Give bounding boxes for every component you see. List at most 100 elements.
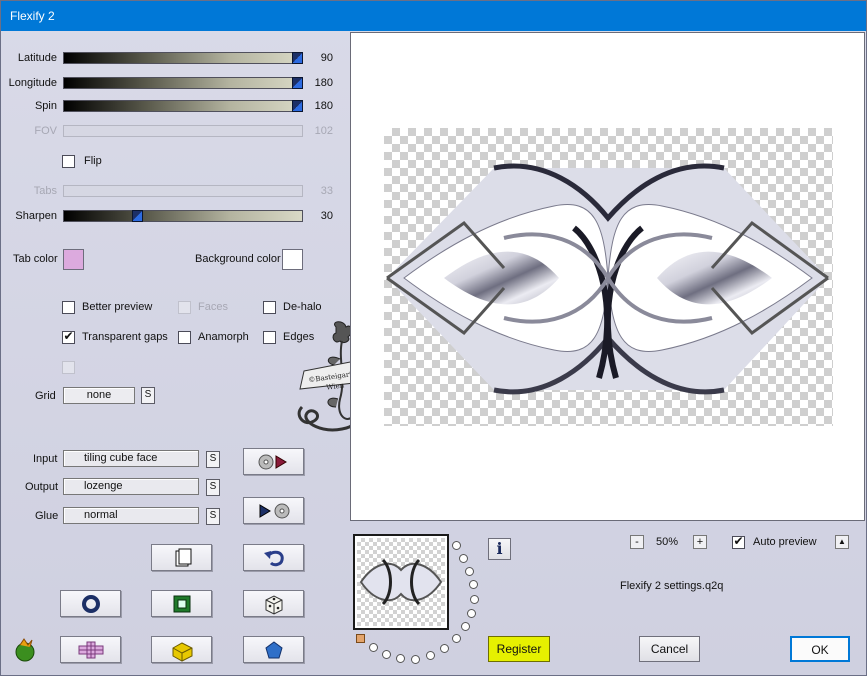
- tab-color-swatch[interactable]: [63, 249, 84, 270]
- save-preset-button[interactable]: [243, 497, 304, 524]
- navigator-preview-image: [359, 558, 443, 606]
- orbit-dot[interactable]: [426, 651, 435, 660]
- orbit-dot[interactable]: [467, 609, 476, 618]
- fov-slider: [63, 125, 303, 137]
- transparent-gaps-label: Transparent gaps: [82, 331, 168, 343]
- preview-canvas[interactable]: [350, 32, 865, 521]
- spin-slider-thumb[interactable]: [292, 100, 303, 112]
- title-bar: Flexify 2: [1, 1, 866, 31]
- orbit-dot[interactable]: [452, 541, 461, 550]
- background-color-label: Background color: [195, 253, 281, 265]
- copy-button[interactable]: [151, 544, 212, 571]
- pentagon-button[interactable]: [243, 636, 304, 663]
- grid-select[interactable]: none: [63, 387, 135, 404]
- ring-button[interactable]: [60, 590, 121, 617]
- sharpen-slider-thumb[interactable]: [132, 210, 143, 222]
- disabled-extra-checkbox: [62, 361, 75, 374]
- orbit-dot[interactable]: [469, 580, 478, 589]
- register-button[interactable]: Register: [488, 636, 550, 662]
- load-preset-button[interactable]: [243, 448, 304, 475]
- orbit-dot[interactable]: [470, 595, 479, 604]
- latitude-label: Latitude: [17, 52, 57, 64]
- check-mark-icon: ✔: [63, 329, 74, 343]
- output-s-button[interactable]: S: [206, 479, 220, 496]
- undo-button[interactable]: [243, 544, 304, 571]
- longitude-slider-thumb[interactable]: [292, 77, 303, 89]
- zoom-out-button[interactable]: -: [630, 535, 644, 549]
- orbit-dot[interactable]: [411, 655, 420, 664]
- input-s-button[interactable]: S: [206, 451, 220, 468]
- input-select[interactable]: tiling cube face: [63, 450, 199, 467]
- pink-cross-icon: [78, 641, 104, 659]
- orbit-dot[interactable]: [396, 654, 405, 663]
- longitude-value: 180: [314, 77, 333, 89]
- spin-label: Spin: [34, 100, 57, 112]
- ring-icon: [82, 595, 100, 613]
- latitude-slider-thumb[interactable]: [292, 52, 303, 64]
- undo-arrow-icon: [264, 550, 284, 567]
- cross-tabs-button[interactable]: [60, 636, 121, 663]
- flip-checkbox[interactable]: [62, 155, 75, 168]
- edges-checkbox[interactable]: [263, 331, 276, 344]
- latitude-value: 90: [320, 52, 333, 64]
- orbit-dot[interactable]: [369, 643, 378, 652]
- anamorph-label: Anamorph: [198, 331, 249, 343]
- info-button[interactable]: i: [488, 538, 511, 560]
- faces-label: Faces: [198, 301, 228, 313]
- pentagon-icon: [265, 641, 283, 659]
- spin-value: 180: [314, 100, 333, 112]
- auto-preview-checkbox[interactable]: ✔: [732, 534, 745, 549]
- spin-slider[interactable]: [63, 100, 303, 112]
- check-mark-icon: ✔: [733, 534, 744, 548]
- sharpen-value: 30: [320, 210, 333, 222]
- orbit-dot[interactable]: [382, 650, 391, 659]
- pages-icon: [175, 548, 192, 567]
- auto-preview-label: Auto preview: [753, 536, 817, 548]
- square-frame-icon: [173, 595, 191, 613]
- cancel-button[interactable]: Cancel: [639, 636, 700, 662]
- flip-label: Flip: [84, 155, 102, 167]
- orbit-start-marker[interactable]: [356, 634, 365, 643]
- grid-s-button[interactable]: S: [141, 387, 155, 404]
- output-label: Output: [25, 481, 59, 493]
- fov-label: FOV: [34, 125, 57, 137]
- cube-button[interactable]: [151, 636, 212, 663]
- preset-filename: Flexify 2 settings.q2q: [620, 580, 724, 592]
- cd-play-icon: [258, 454, 287, 470]
- de-halo-label: De-halo: [283, 301, 322, 313]
- orbit-dot[interactable]: [461, 622, 470, 631]
- anamorph-checkbox[interactable]: [178, 331, 191, 344]
- lozenge-preview-image: [386, 163, 829, 395]
- play-cd-icon: [259, 503, 290, 519]
- tab-color-label: Tab color: [13, 253, 58, 265]
- fov-value: 102: [314, 125, 333, 137]
- latitude-slider[interactable]: [63, 52, 303, 64]
- tabs-label: Tabs: [33, 185, 57, 197]
- input-label: Input: [33, 453, 58, 465]
- ok-button[interactable]: OK: [790, 636, 850, 662]
- glue-s-button[interactable]: S: [206, 508, 220, 525]
- better-preview-checkbox[interactable]: [62, 301, 75, 314]
- longitude-label: Longitude: [8, 77, 57, 89]
- frame-button[interactable]: [151, 590, 212, 617]
- glue-label: Glue: [35, 510, 59, 522]
- glue-select[interactable]: normal: [63, 507, 199, 524]
- orbit-dot[interactable]: [440, 644, 449, 653]
- flexify-dialog: Flexify 2 Latitude 90 Longitude 180 Spin…: [0, 0, 867, 676]
- tabs-value: 33: [320, 185, 333, 197]
- transparent-gaps-checkbox[interactable]: ✔: [62, 329, 75, 344]
- orbit-dot[interactable]: [459, 554, 468, 563]
- collapse-arrow-button[interactable]: ▲: [835, 535, 849, 549]
- output-select[interactable]: lozenge: [63, 478, 199, 495]
- orbit-dot[interactable]: [465, 567, 474, 576]
- de-halo-checkbox[interactable]: [263, 301, 276, 314]
- background-color-swatch[interactable]: [282, 249, 303, 270]
- random-button[interactable]: [243, 590, 304, 617]
- zoom-in-button[interactable]: +: [693, 535, 707, 549]
- longitude-slider[interactable]: [63, 77, 303, 89]
- orbit-dot[interactable]: [452, 634, 461, 643]
- sharpen-slider[interactable]: [63, 210, 303, 222]
- dice-icon: [265, 595, 283, 615]
- navigator-thumbnail[interactable]: [353, 534, 449, 630]
- grid-label: Grid: [35, 390, 56, 402]
